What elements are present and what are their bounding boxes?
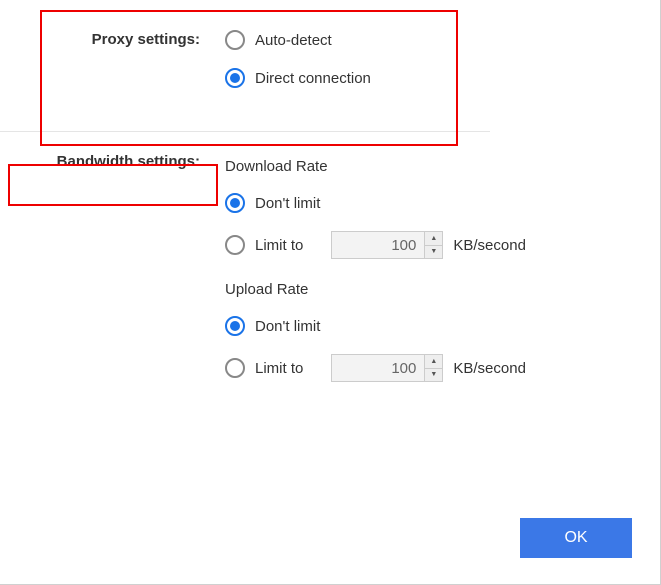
upload-limit-to-radio[interactable]: [225, 358, 245, 378]
upload-limit-input[interactable]: [332, 355, 424, 381]
download-unit: KB/second: [453, 237, 526, 254]
proxy-auto-detect-label[interactable]: Auto-detect: [255, 32, 332, 49]
download-step-up[interactable]: ▲: [425, 232, 442, 246]
upload-dont-limit-radio[interactable]: [225, 316, 245, 336]
upload-limit-to-label[interactable]: Limit to: [255, 360, 303, 377]
download-dont-limit-label[interactable]: Don't limit: [255, 195, 320, 212]
download-limit-field: ▲ ▼: [331, 231, 443, 259]
proxy-direct-radio[interactable]: [225, 68, 245, 88]
upload-dont-limit-label[interactable]: Don't limit: [255, 318, 320, 335]
download-dont-limit-radio[interactable]: [225, 193, 245, 213]
upload-rate-heading: Upload Rate: [225, 281, 660, 298]
download-rate-heading: Download Rate: [225, 158, 660, 175]
download-limit-to-label[interactable]: Limit to: [255, 237, 303, 254]
proxy-direct-label[interactable]: Direct connection: [255, 70, 371, 87]
download-step-down[interactable]: ▼: [425, 246, 442, 259]
bandwidth-settings-label: Bandwidth settings:: [0, 152, 225, 170]
proxy-auto-detect-radio[interactable]: [225, 30, 245, 50]
download-limit-to-radio[interactable]: [225, 235, 245, 255]
upload-unit: KB/second: [453, 360, 526, 377]
upload-stepper: ▲ ▼: [424, 355, 442, 381]
proxy-settings-label: Proxy settings:: [0, 30, 225, 48]
upload-step-down[interactable]: ▼: [425, 369, 442, 382]
upload-limit-field: ▲ ▼: [331, 354, 443, 382]
ok-button[interactable]: OK: [520, 518, 632, 558]
download-stepper: ▲ ▼: [424, 232, 442, 258]
upload-step-up[interactable]: ▲: [425, 355, 442, 369]
download-limit-input[interactable]: [332, 232, 424, 258]
